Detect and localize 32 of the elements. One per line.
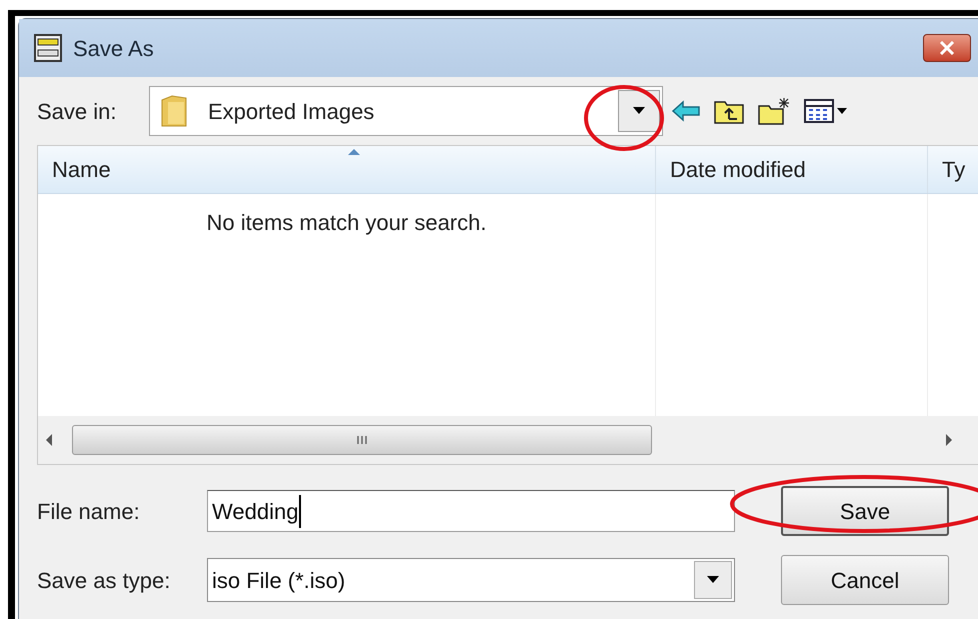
column-header[interactable]: Date modified	[656, 146, 928, 193]
grip-icon	[356, 435, 368, 445]
back-arrow-icon[interactable]	[671, 99, 701, 123]
dropdown-button[interactable]	[618, 90, 660, 132]
dialog-button[interactable]: Cancel	[781, 555, 949, 605]
column-header[interactable]: Ty	[928, 146, 978, 193]
folder-icon	[160, 94, 188, 128]
cabinet-icon	[33, 33, 63, 63]
save-as-type-value: iso File (*.iso)	[212, 566, 346, 594]
empty-message: No items match your search.	[206, 209, 486, 237]
sort-arrow-icon	[346, 148, 360, 156]
file-name-label: File name:	[37, 498, 141, 526]
close-button[interactable]	[923, 34, 971, 62]
save-in-dropdown[interactable]: Exported Images	[149, 86, 663, 136]
caret-icon	[707, 576, 719, 584]
file-name-value: Wedding	[212, 494, 302, 528]
save-as-type-dropdown[interactable]: iso File (*.iso)	[207, 558, 735, 602]
column-header[interactable]: Name	[38, 146, 656, 193]
scroll-left-icon[interactable]	[44, 434, 54, 446]
save-as-type-label: Save as type:	[37, 566, 172, 595]
file-name-field[interactable]: Wedding	[207, 490, 735, 532]
close-icon	[939, 41, 955, 55]
save-in-label: Save in:	[37, 98, 118, 126]
window-title: Save As	[73, 34, 154, 62]
scrollbar-thumb[interactable]	[72, 425, 652, 455]
dropdown-button[interactable]	[694, 561, 732, 599]
dialog-button[interactable]: Save	[781, 486, 949, 536]
scroll-right-icon[interactable]	[944, 434, 954, 446]
new-folder-icon[interactable]	[757, 96, 791, 126]
view-menu-icon[interactable]	[803, 97, 849, 125]
save-in-value: Exported Images	[208, 98, 374, 126]
caret-icon	[633, 107, 645, 115]
